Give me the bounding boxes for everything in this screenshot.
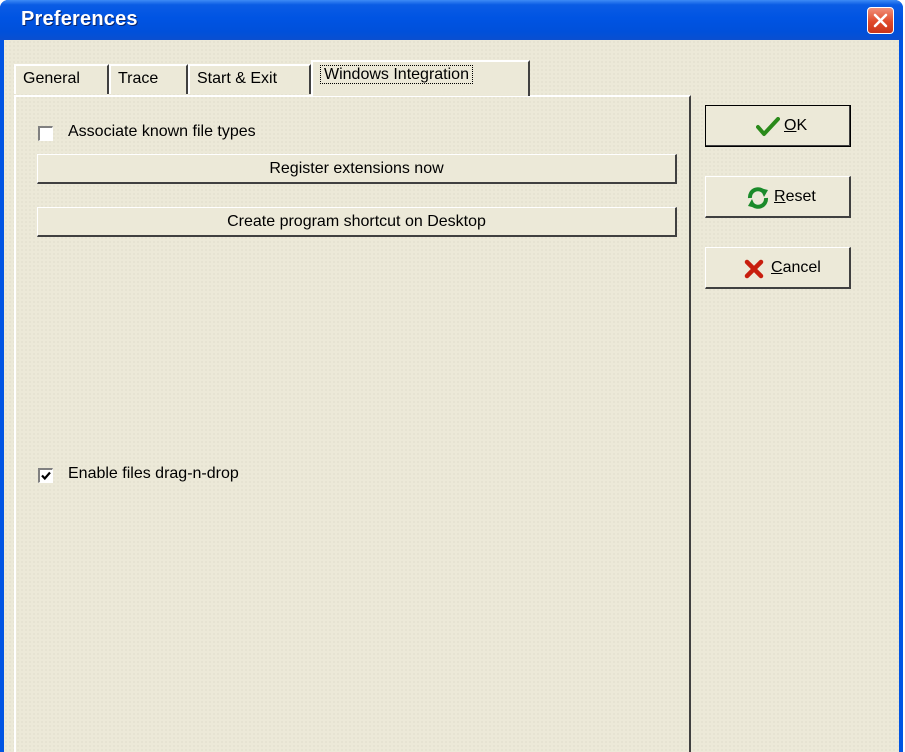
window-title: Preferences xyxy=(21,8,138,30)
dialog-client-area: General Trace Start & Exit Windows Integ… xyxy=(4,40,899,752)
ok-button[interactable]: OK xyxy=(705,105,851,147)
dragdrop-checkbox[interactable] xyxy=(38,468,53,483)
cancel-label: Cancel xyxy=(771,259,821,276)
x-icon xyxy=(744,259,764,279)
checkmark-icon xyxy=(756,117,780,136)
tab-label: Trace xyxy=(118,70,159,87)
tab-trace[interactable]: Trace xyxy=(109,64,188,94)
button-label: Register extensions now xyxy=(269,160,444,177)
reset-label: Reset xyxy=(774,188,816,205)
register-extensions-button[interactable]: Register extensions now xyxy=(37,154,677,184)
tab-general[interactable]: General xyxy=(14,64,109,94)
tab-label: Windows Integration xyxy=(320,65,473,84)
button-label: Create program shortcut on Desktop xyxy=(227,213,486,230)
ok-label: OK xyxy=(784,117,808,134)
close-button[interactable] xyxy=(867,7,894,34)
preferences-window: Preferences General Trace Start & Exit W… xyxy=(0,0,903,752)
checkmark-icon xyxy=(41,471,51,481)
refresh-icon xyxy=(748,187,768,209)
create-shortcut-button[interactable]: Create program shortcut on Desktop xyxy=(37,207,677,237)
tab-panel-windows-integration: Associate known file types Register exte… xyxy=(14,95,691,752)
tab-windows-integration[interactable]: Windows Integration xyxy=(311,60,530,96)
tab-label: General xyxy=(23,70,80,87)
reset-button[interactable]: Reset xyxy=(705,176,851,218)
associate-checkbox[interactable] xyxy=(38,126,53,141)
associate-label[interactable]: Associate known file types xyxy=(68,123,256,141)
title-bar[interactable]: Preferences xyxy=(0,0,903,40)
tab-label: Start & Exit xyxy=(197,70,278,87)
tab-start-exit[interactable]: Start & Exit xyxy=(188,64,311,94)
cancel-button[interactable]: Cancel xyxy=(705,247,851,289)
dragdrop-label[interactable]: Enable files drag-n-drop xyxy=(68,465,239,483)
close-icon xyxy=(873,13,888,28)
